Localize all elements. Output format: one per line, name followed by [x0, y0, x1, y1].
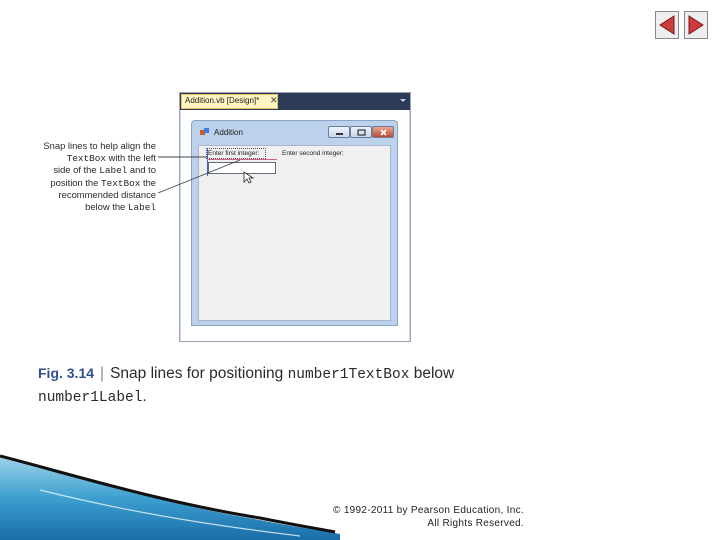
caption-code: number1Label — [38, 390, 143, 406]
copyright-line: © 1992-2011 by Pearson Education, Inc. — [333, 505, 524, 516]
figure-caption: Fig. 3.14 | Snap lines for positioning num… — [38, 363, 558, 409]
copyright-notice: © 1992-2011 by Pearson Education, Inc. A… — [300, 505, 524, 530]
caption-code: number1TextBox — [287, 367, 410, 383]
leader-line-below — [157, 159, 241, 194]
caption-text: below — [409, 365, 455, 382]
caption-text: Snap lines for positioning — [110, 365, 288, 382]
copyright-line: All Rights Reserved. — [427, 517, 524, 529]
figure-number: Fig. 3.14 — [38, 365, 95, 381]
caption-text: . — [142, 388, 147, 405]
caption-separator: | — [100, 365, 105, 382]
